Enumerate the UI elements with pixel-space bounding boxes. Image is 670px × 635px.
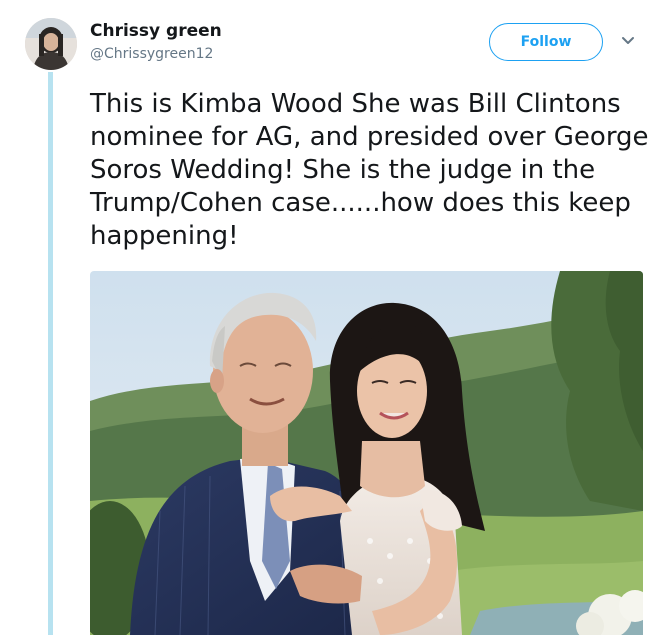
- follow-button[interactable]: Follow: [489, 23, 603, 61]
- tweet-text: This is Kimba Wood She was Bill Clintons…: [90, 89, 649, 251]
- author-handle[interactable]: @Chrissygreen12: [90, 45, 213, 63]
- tweet-card: Chrissy green @Chrissygreen12 Follow Thi…: [0, 0, 670, 635]
- chevron-down-icon[interactable]: [618, 30, 638, 50]
- wedding-photo: [90, 271, 643, 635]
- author-display-name[interactable]: Chrissy green: [90, 20, 222, 42]
- tweet-photo[interactable]: [90, 271, 643, 635]
- thread-line: [48, 72, 53, 635]
- author-avatar[interactable]: [25, 18, 77, 70]
- avatar-image: [25, 18, 77, 70]
